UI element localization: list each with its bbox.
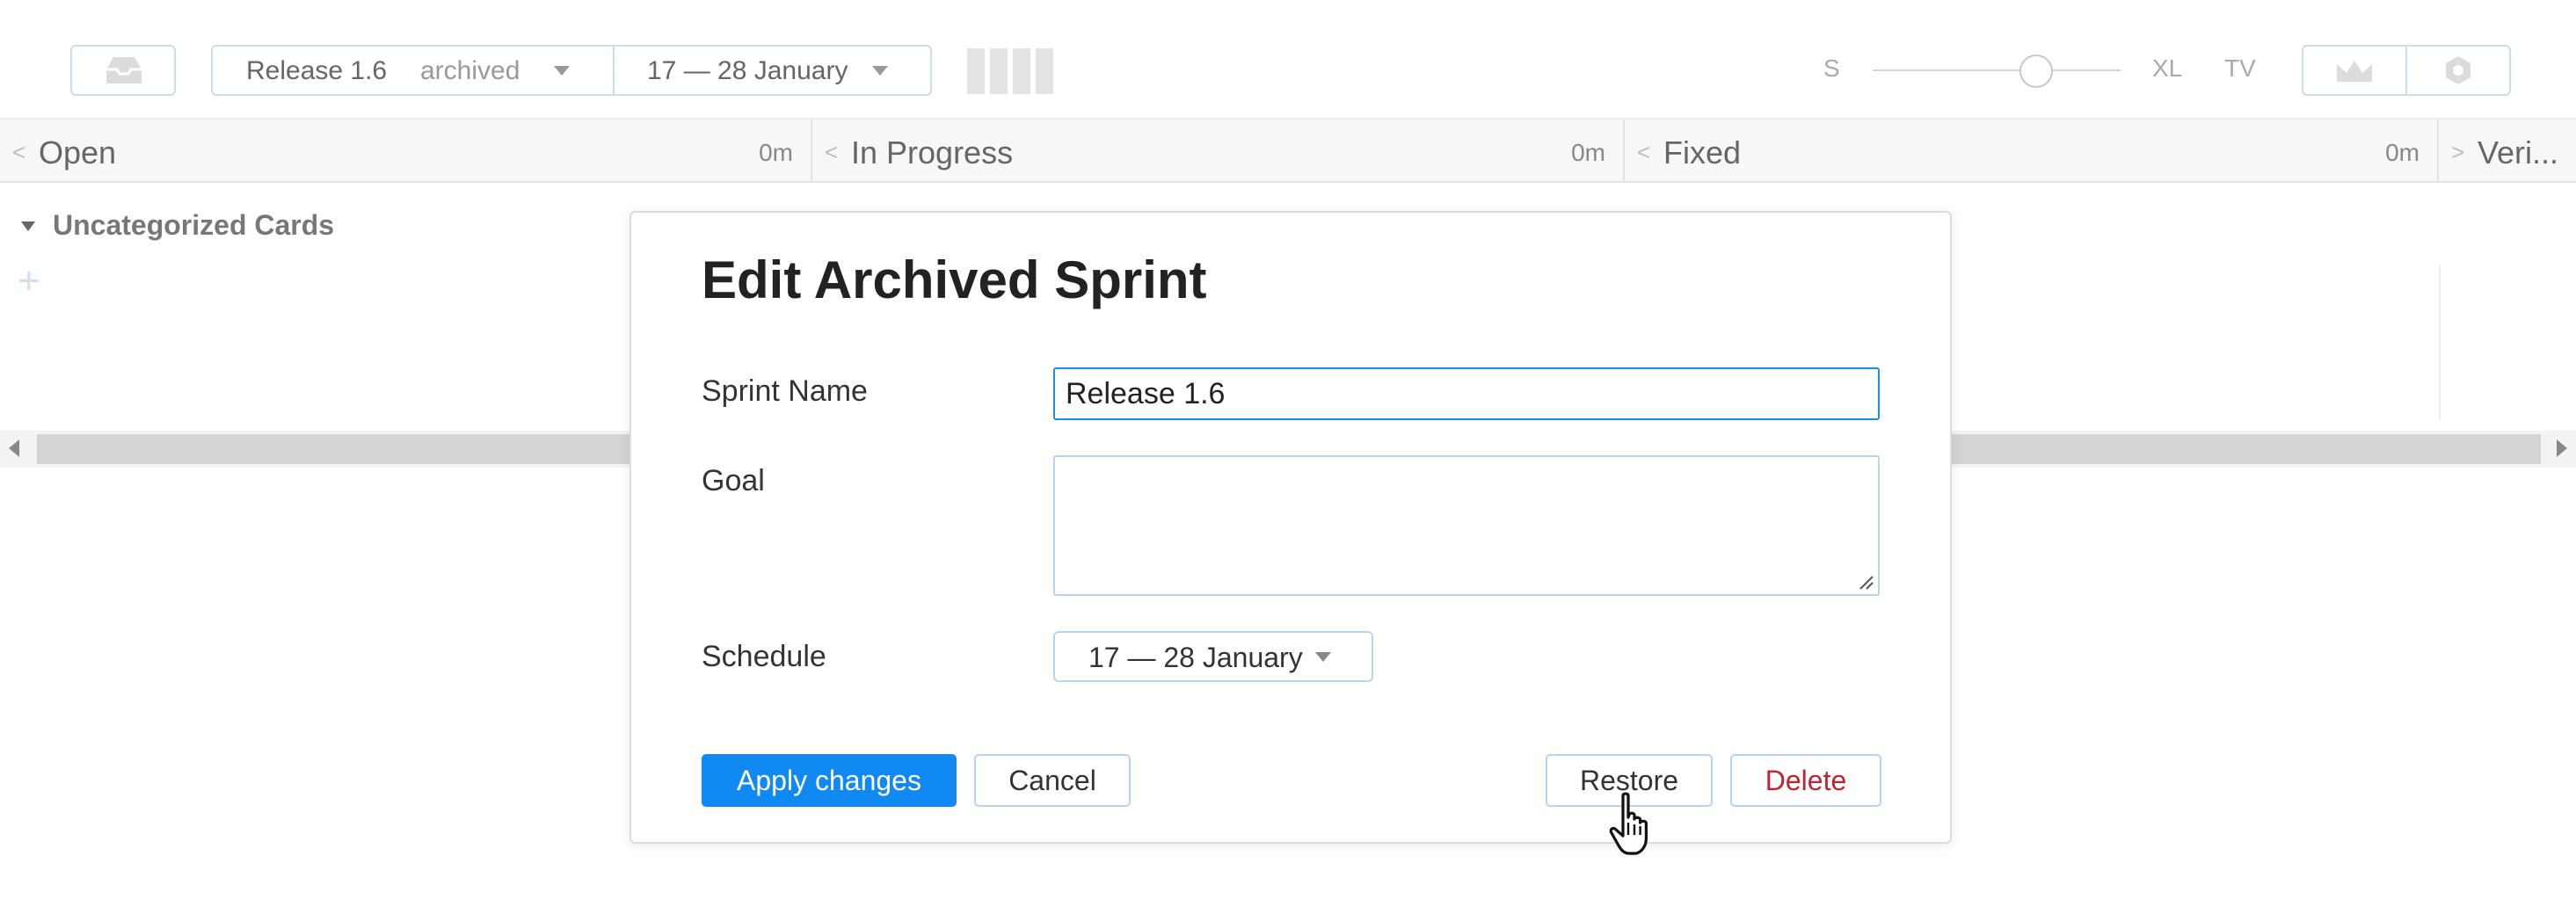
column-title: Open xyxy=(39,134,117,171)
selector-divider xyxy=(613,47,615,94)
chevron-left-icon[interactable]: < xyxy=(825,139,838,166)
toolbar: Release 1.6 archived 17 — 28 January S X… xyxy=(0,0,2576,118)
chevron-down-icon xyxy=(872,66,888,76)
column-divider xyxy=(2439,265,2441,420)
column-time: 0m xyxy=(2385,139,2420,166)
column-header-fixed[interactable]: < Fixed 0m xyxy=(1625,120,2439,183)
inbox-button[interactable] xyxy=(70,45,176,96)
sprint-state: archived xyxy=(420,56,520,85)
chart-button[interactable] xyxy=(2303,47,2405,94)
column-header-open[interactable]: < Open 0m xyxy=(0,120,812,183)
column-time: 0m xyxy=(759,139,793,166)
app-window: Release 1.6 archived 17 — 28 January S X… xyxy=(0,0,2576,900)
schedule-dropdown[interactable]: 17 — 28 January xyxy=(1053,631,1373,682)
settings-hex-icon xyxy=(2446,56,2470,84)
cancel-button[interactable]: Cancel xyxy=(974,754,1131,807)
inbox-icon xyxy=(106,57,142,83)
column-title: Fixed xyxy=(1663,134,1742,171)
schedule-value: 17 — 28 January xyxy=(1088,642,1303,673)
sprint-name-label: Sprint Name xyxy=(702,374,868,408)
add-card-icon[interactable]: + xyxy=(18,262,40,301)
column-title: Veri... xyxy=(2478,134,2559,171)
sprint-date-range[interactable]: 17 — 28 January xyxy=(647,56,848,86)
schedule-label: Schedule xyxy=(702,640,826,673)
goal-label: Goal xyxy=(702,464,765,497)
hand-pointer-cursor-icon xyxy=(1609,792,1648,855)
column-header-in-progress[interactable]: < In Progress 0m xyxy=(812,120,1625,183)
scroll-right-icon[interactable] xyxy=(2557,439,2567,457)
size-small-label[interactable]: S xyxy=(1823,54,1840,83)
scroll-left-icon[interactable] xyxy=(9,439,19,457)
column-time: 0m xyxy=(1571,139,1605,166)
chevron-down-icon xyxy=(1315,652,1331,662)
edit-sprint-dialog: Edit Archived Sprint Sprint Name Goal Sc… xyxy=(629,211,1952,844)
resize-grip-icon[interactable] xyxy=(1859,575,1874,591)
sprint-selector[interactable]: Release 1.6 archived 17 — 28 January xyxy=(211,45,932,96)
column-layout-icon[interactable] xyxy=(967,48,1053,94)
view-buttons-group xyxy=(2302,45,2511,96)
size-slider-track[interactable] xyxy=(1873,69,2121,71)
goal-textarea[interactable] xyxy=(1053,455,1880,596)
column-header-verified[interactable]: > Veri... xyxy=(2439,120,2576,183)
chevron-left-icon[interactable]: < xyxy=(1637,139,1650,166)
size-tv-label[interactable]: TV xyxy=(2224,54,2256,83)
dialog-title: Edit Archived Sprint xyxy=(702,250,1207,309)
chevron-right-icon[interactable]: > xyxy=(2451,139,2464,166)
collapse-caret-icon[interactable] xyxy=(21,221,35,231)
crown-chart-icon xyxy=(2337,61,2372,82)
size-xl-label[interactable]: XL xyxy=(2152,54,2182,83)
chevron-down-icon xyxy=(554,66,570,76)
sprint-name-input[interactable] xyxy=(1053,367,1880,420)
delete-button[interactable]: Delete xyxy=(1730,754,1881,807)
apply-changes-button[interactable]: Apply changes xyxy=(702,754,957,807)
group-title[interactable]: Uncategorized Cards xyxy=(53,209,334,242)
size-slider-knob[interactable] xyxy=(2019,54,2053,88)
chevron-left-icon[interactable]: < xyxy=(12,139,25,166)
sprint-name: Release 1.6 xyxy=(246,56,388,85)
column-title: In Progress xyxy=(851,134,1014,171)
column-header-bar: < Open 0m < In Progress 0m < Fixed 0m > … xyxy=(0,118,2576,183)
settings-button[interactable] xyxy=(2407,47,2509,94)
